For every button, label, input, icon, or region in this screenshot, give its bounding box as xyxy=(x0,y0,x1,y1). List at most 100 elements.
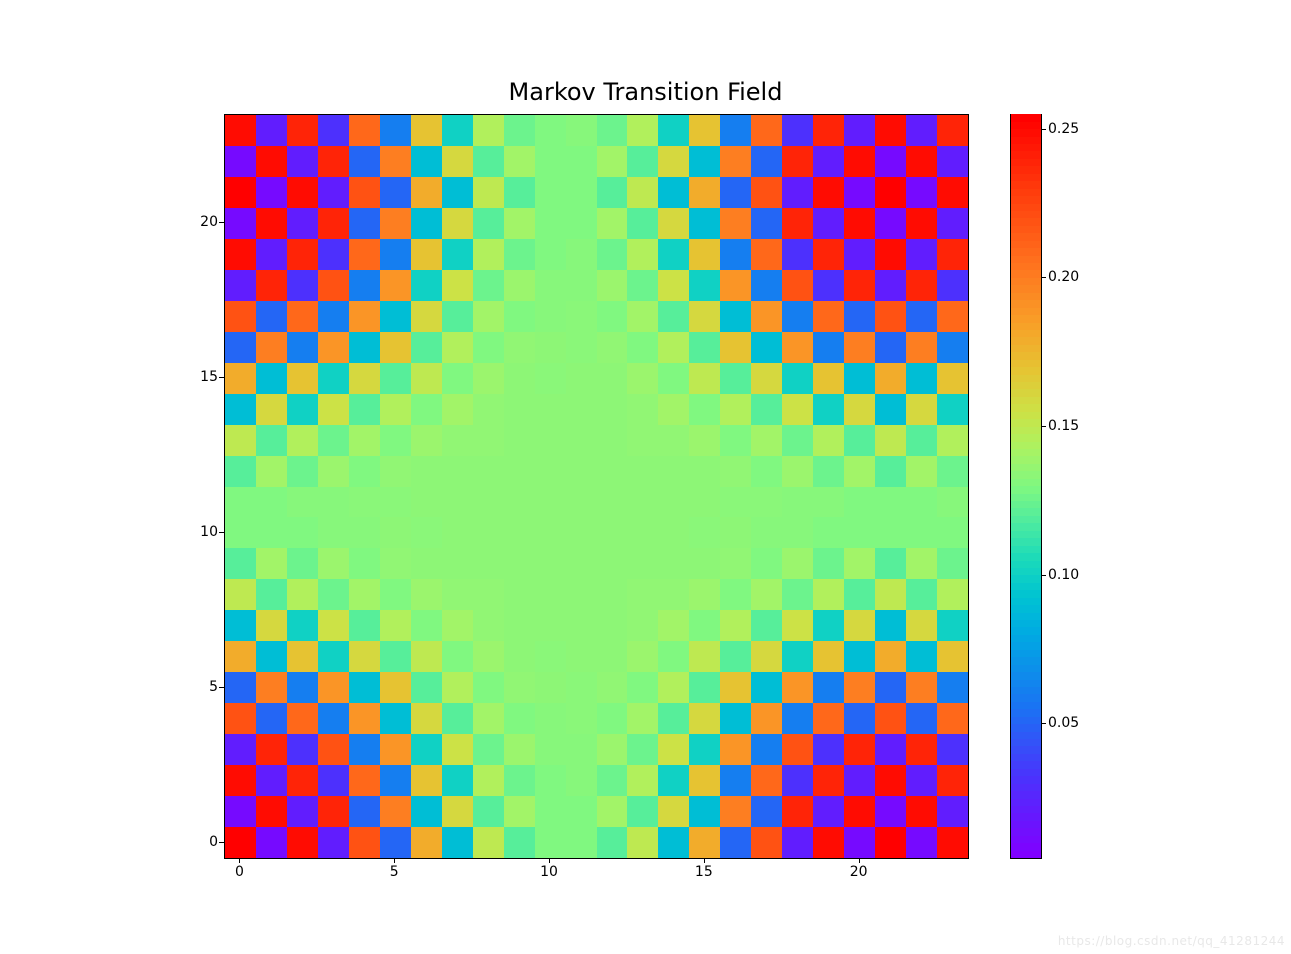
heatmap-cell xyxy=(782,487,813,518)
x-tick-mark xyxy=(704,858,705,863)
heatmap-cell xyxy=(349,610,380,641)
heatmap-cell xyxy=(937,796,968,827)
heatmap-cell xyxy=(627,703,658,734)
heatmap-cell xyxy=(566,177,597,208)
heatmap-cell xyxy=(473,177,504,208)
heatmap-cell xyxy=(627,363,658,394)
heatmap-cell xyxy=(566,394,597,425)
heatmap-cell xyxy=(380,301,411,332)
heatmap-cell xyxy=(906,734,937,765)
heatmap-cell xyxy=(720,487,751,518)
heatmap-cell xyxy=(380,239,411,270)
heatmap-cell xyxy=(813,827,844,858)
heatmap-cell xyxy=(875,301,906,332)
heatmap-cell xyxy=(597,146,628,177)
heatmap-cell xyxy=(906,239,937,270)
heatmap-cell xyxy=(597,456,628,487)
heatmap-cell xyxy=(318,548,349,579)
heatmap-cell xyxy=(287,394,318,425)
heatmap-cell xyxy=(504,394,535,425)
heatmap-cell xyxy=(689,641,720,672)
heatmap-cell xyxy=(349,425,380,456)
heatmap-cell xyxy=(627,115,658,146)
heatmap-cell xyxy=(844,610,875,641)
heatmap-cell xyxy=(318,177,349,208)
colorbar-tick-mark xyxy=(1041,723,1046,724)
heatmap-cell xyxy=(597,579,628,610)
heatmap-cell xyxy=(906,394,937,425)
heatmap-cell xyxy=(689,115,720,146)
heatmap-cell xyxy=(411,115,442,146)
heatmap-cell xyxy=(782,301,813,332)
heatmap-cell xyxy=(689,487,720,518)
heatmap-cell xyxy=(751,827,782,858)
heatmap-cell xyxy=(906,301,937,332)
heatmap-cell xyxy=(349,827,380,858)
heatmap-cell xyxy=(442,579,473,610)
heatmap-cell xyxy=(813,734,844,765)
heatmap-cell xyxy=(442,332,473,363)
heatmap-cell xyxy=(411,734,442,765)
heatmap-cell xyxy=(906,827,937,858)
heatmap-cell xyxy=(442,610,473,641)
heatmap-cell xyxy=(535,641,566,672)
heatmap-cell xyxy=(380,610,411,641)
heatmap-cell xyxy=(411,703,442,734)
heatmap-cell xyxy=(844,487,875,518)
heatmap-cell xyxy=(225,610,256,641)
heatmap-cell xyxy=(535,270,566,301)
heatmap-cell xyxy=(566,115,597,146)
heatmap-cell xyxy=(473,146,504,177)
heatmap-cell xyxy=(751,796,782,827)
heatmap-cell xyxy=(875,548,906,579)
heatmap-cell xyxy=(566,456,597,487)
heatmap-cell xyxy=(566,672,597,703)
heatmap-cell xyxy=(597,827,628,858)
heatmap-cell xyxy=(782,672,813,703)
heatmap-cell xyxy=(844,363,875,394)
heatmap-cell xyxy=(535,208,566,239)
heatmap-cell xyxy=(627,796,658,827)
heatmap-cell xyxy=(597,177,628,208)
heatmap-cell xyxy=(318,456,349,487)
heatmap-cell xyxy=(658,363,689,394)
heatmap-cell xyxy=(844,703,875,734)
heatmap-cell xyxy=(875,734,906,765)
heatmap-cell xyxy=(442,487,473,518)
heatmap-cell xyxy=(411,517,442,548)
heatmap-cell xyxy=(566,827,597,858)
colorbar-tick-mark xyxy=(1041,129,1046,130)
heatmap-cell xyxy=(782,827,813,858)
heatmap-cell xyxy=(720,641,751,672)
heatmap-cell xyxy=(566,146,597,177)
heatmap-cell xyxy=(844,394,875,425)
heatmap-cell xyxy=(473,579,504,610)
heatmap-cell xyxy=(658,208,689,239)
heatmap-cell xyxy=(751,394,782,425)
heatmap-cell xyxy=(720,610,751,641)
heatmap-cell xyxy=(318,610,349,641)
heatmap-cell xyxy=(287,796,318,827)
x-tick-mark xyxy=(239,858,240,863)
heatmap-cell xyxy=(349,270,380,301)
heatmap-cell xyxy=(442,796,473,827)
heatmap-cell xyxy=(751,734,782,765)
heatmap-cell xyxy=(225,548,256,579)
heatmap-cell xyxy=(566,363,597,394)
heatmap-cell xyxy=(597,425,628,456)
heatmap-cell xyxy=(782,270,813,301)
heatmap-cell xyxy=(225,703,256,734)
heatmap-cell xyxy=(473,487,504,518)
heatmap-cell xyxy=(937,270,968,301)
heatmap-cell xyxy=(566,425,597,456)
heatmap-cell xyxy=(256,796,287,827)
heatmap-cell xyxy=(225,177,256,208)
heatmap-cell xyxy=(844,301,875,332)
heatmap-cell xyxy=(349,115,380,146)
heatmap-cell xyxy=(720,456,751,487)
heatmap-cell xyxy=(225,301,256,332)
heatmap-cell xyxy=(844,517,875,548)
colorbar-tick-mark xyxy=(1041,426,1046,427)
heatmap-cell xyxy=(473,115,504,146)
heatmap-cell xyxy=(318,301,349,332)
